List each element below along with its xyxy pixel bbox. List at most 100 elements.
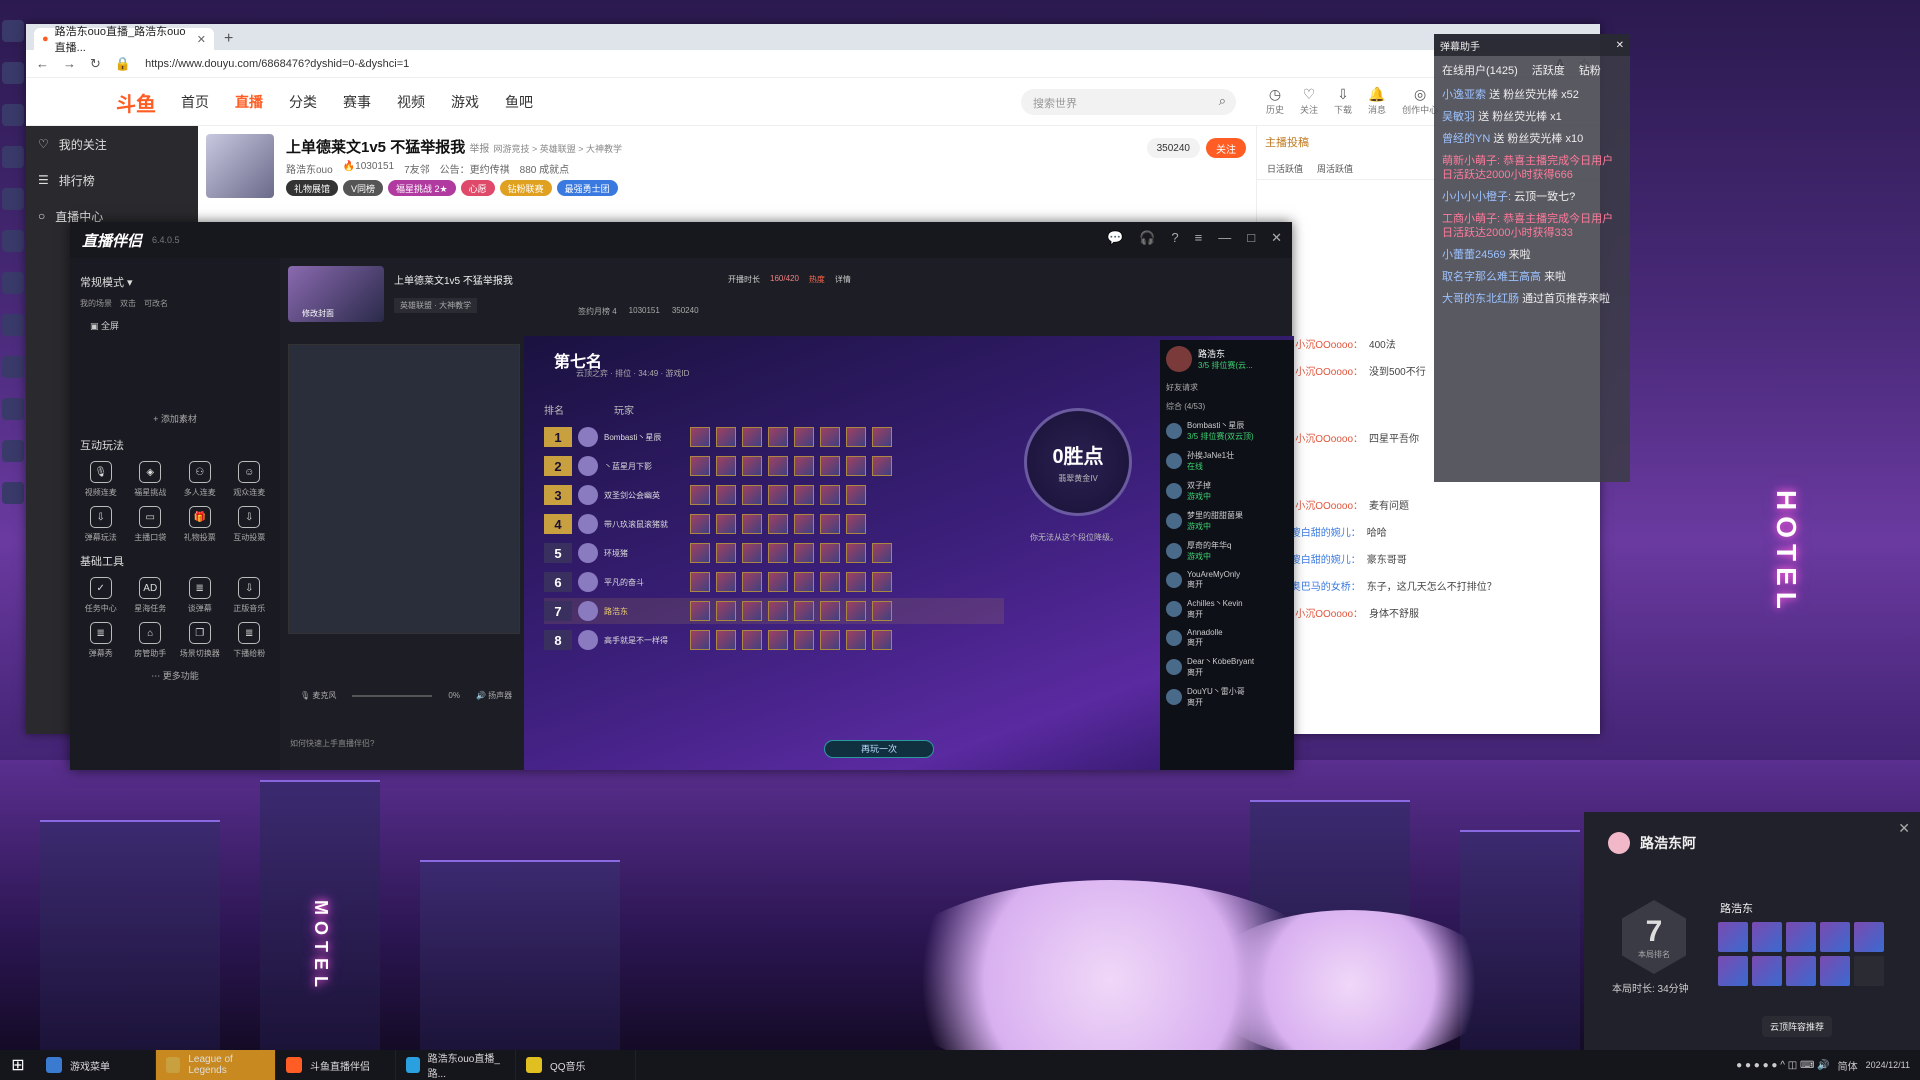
douyu-logo[interactable]: 斗鱼 [116,88,156,117]
url-field[interactable]: https://www.douyu.com/6868476?dyshid=0-&… [145,58,1542,70]
mic-slider[interactable] [352,694,433,697]
forward-icon[interactable]: → [63,56,76,71]
tool-video-mic[interactable]: 🎙 视频连麦 [80,461,122,498]
badge[interactable]: 钻粉联赛 [499,180,552,196]
tool-offline-fans[interactable]: ≣ 下播给粉 [229,622,271,659]
desktop-icons[interactable] [0,0,26,1050]
player-row[interactable]: 5 环境猪 [544,540,1004,566]
history-button[interactable]: ◷ 历史 [1266,86,1284,116]
taskbar-item[interactable]: QQ音乐 [516,1050,636,1080]
mic-control[interactable]: 🎙 麦克风 [300,690,336,701]
mode-select[interactable]: 常规模式 ▾ [80,274,270,290]
play-again-button[interactable]: 再玩一次 [824,740,934,758]
tool-read-danmu[interactable]: ≣ 谈弹幕 [179,577,221,614]
friend-item[interactable]: Bombasti丶星辰 3/5 排位赛(双云顶) [1160,416,1294,446]
tab-weekly-active[interactable]: 周活跃值 [1317,162,1353,175]
messages-button[interactable]: 🔔 消息 [1368,86,1386,116]
close-icon[interactable]: ✕ [1616,40,1624,51]
tab-daily-active[interactable]: 日活跃值 [1267,162,1303,175]
help-icon[interactable]: ? [1171,230,1178,246]
hot-button[interactable]: 热度 [809,274,825,285]
friend-item[interactable]: 梦里的甜甜菌果 游戏中 [1160,506,1294,536]
taskbar-item[interactable]: League of Legends [156,1050,276,1080]
player-row[interactable]: 6 平凡的奋斗 [544,569,1004,595]
neighbors[interactable]: 7友邻 [404,161,430,176]
nav-yuba[interactable]: 鱼吧 [505,92,533,112]
more-features-button[interactable]: ⋯ 更多功能 [80,669,270,682]
close-icon[interactable]: ✕ [1271,230,1282,246]
scene-tab[interactable]: 我的场景 [80,298,112,309]
ime-indicator[interactable]: 简体 [1838,1058,1858,1073]
scene-tab[interactable]: 可改名 [144,298,168,309]
scene-preview[interactable] [288,344,520,634]
follow-list-button[interactable]: ♡ 关注 [1300,86,1318,116]
player-row[interactable]: 3 双圣剑公会幽英 [544,482,1004,508]
badge[interactable]: 最强勇士团 [556,180,618,196]
tool-music[interactable]: ⇩ 正版音乐 [229,577,271,614]
tool-danmu-show[interactable]: ≣ 弹幕秀 [80,622,122,659]
tray-icons[interactable]: ● ● ● ● ● ^ ◫ ⌨ 🔊 [1736,1060,1829,1071]
nav-category[interactable]: 分类 [289,92,317,112]
tool-star-tasks[interactable]: AD 星海任务 [130,577,172,614]
nav-video[interactable]: 视频 [397,92,425,112]
tool-tasks[interactable]: ✓ 任务中心 [80,577,122,614]
back-icon[interactable]: ← [36,56,49,71]
tool-pocket[interactable]: ▭ 主播口袋 [130,506,172,543]
lineup-recommend-button[interactable]: 云顶阵容推荐 [1762,1016,1833,1037]
badge[interactable]: 礼物展馆 [286,180,339,196]
friend-item[interactable]: Dear丶KobeBryant 离开 [1160,652,1294,682]
headset-icon[interactable]: 🎧 [1139,230,1155,246]
taskbar-item[interactable]: 斗鱼直播伴侣 [276,1050,396,1080]
tool-danmu-play[interactable]: ⇩ 弹幕玩法 [80,506,122,543]
scene-fullscreen[interactable]: ▣ 全屏 [90,319,270,332]
room-category[interactable]: 网游竞技 > 英雄联盟 > 大神教学 [494,144,623,154]
new-tab-icon[interactable]: + [224,30,233,50]
taskbar-item[interactable]: 路浩东ouo直播_路... [396,1050,516,1080]
live-title[interactable]: 上单德莱文1v5 不猛举报我 [394,272,513,287]
browser-tab[interactable]: ● 路浩东ouo直播_路浩东ouo直播... ✕ [34,26,214,54]
download-button[interactable]: ⇩ 下载 [1334,86,1352,116]
friend-item[interactable]: 厚奇的年华q 游戏中 [1160,536,1294,566]
player-row[interactable]: 1 Bombasti丶星辰 [544,424,1004,450]
friend-item[interactable]: 双子掉 游戏中 [1160,476,1294,506]
tool-scene-switch[interactable]: ❐ 场景切换器 [179,622,221,659]
tool-multi-mic[interactable]: ⚇ 多人连麦 [179,461,221,498]
badge[interactable]: 心愿 [460,180,495,196]
live-category[interactable]: 英雄联盟 · 大神教学 [394,298,478,313]
friend-item[interactable]: YouAreMyOnly 离开 [1160,566,1294,594]
friend-item[interactable]: Annadolle 离开 [1160,624,1294,652]
activity-tab[interactable]: 活跃度 [1532,62,1565,78]
add-material-button[interactable]: + 添加素材 [80,412,270,425]
change-cover-label[interactable]: 修改封面 [302,308,334,319]
taskbar-item[interactable]: 游戏菜单 [36,1050,156,1080]
windows-icon[interactable]: ⊞ [0,1050,36,1080]
detail-button[interactable]: 详情 [835,274,851,285]
nav-events[interactable]: 赛事 [343,92,371,112]
speaker-control[interactable]: 🔊 扬声器 [476,690,512,701]
diamond-fans-tab[interactable]: 钻粉 [1579,62,1601,78]
creator-button[interactable]: ◎ 创作中心 [1402,86,1438,116]
tool-challenge[interactable]: ◈ 福星挑战 [130,461,172,498]
badge[interactable]: 福星挑战 2★ [388,180,456,196]
maximize-icon[interactable]: □ [1247,230,1255,246]
chat-icon[interactable]: 💬 [1107,230,1123,246]
scene-tab[interactable]: 双击 [120,298,136,309]
cover-image[interactable]: 修改封面 [288,266,384,322]
streamer-avatar[interactable] [206,134,274,198]
nav-live[interactable]: 直播 [235,92,263,112]
search-input[interactable]: 搜索世界 ⌕ [1021,89,1236,115]
streamer-name[interactable]: 路浩东ouo [286,161,333,176]
menu-icon[interactable]: ≡ [1195,230,1203,246]
friend-item[interactable]: DouYU丶雷小哥 离开 [1160,682,1294,712]
friend-item[interactable]: 孙挨JaNe1壮 在线 [1160,446,1294,476]
achievements[interactable]: 880 成就点 [520,161,569,176]
follow-button[interactable]: 关注 [1206,138,1246,158]
player-row-self[interactable]: 7 路浩东 [544,598,1004,624]
my-avatar[interactable] [1166,346,1192,372]
close-icon[interactable]: ✕ [1898,820,1910,837]
nav-home[interactable]: 首页 [181,92,209,112]
sidebar-item-follow[interactable]: ♡ 我的关注 [26,126,198,162]
sidebar-item-rank[interactable]: ☰ 排行榜 [26,162,198,198]
minimize-icon[interactable]: — [1218,230,1231,246]
badge[interactable]: V同榜 [343,180,384,196]
